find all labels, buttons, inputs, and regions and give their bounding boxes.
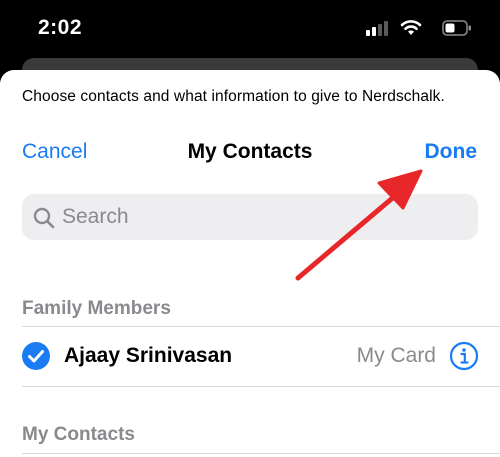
nav-bar: My Contacts Cancel Done xyxy=(0,140,500,172)
divider xyxy=(22,453,500,454)
status-bar: 2:02 xyxy=(0,0,500,60)
done-button[interactable]: Done xyxy=(425,140,478,164)
checkmark-icon[interactable] xyxy=(22,342,50,370)
search-field[interactable] xyxy=(22,194,478,240)
contact-picker-sheet: Choose contacts and what information to … xyxy=(0,70,500,457)
info-icon[interactable] xyxy=(449,341,479,371)
battery-icon xyxy=(442,20,471,36)
contact-name: Ajaay Srinivasan xyxy=(64,344,233,367)
my-card-label: My Card xyxy=(356,344,436,367)
cellular-signal-icon xyxy=(366,21,388,36)
search-input[interactable] xyxy=(62,194,462,240)
contact-row[interactable]: Ajaay Srinivasan My Card xyxy=(0,327,500,386)
section-header-family-members: Family Members xyxy=(22,298,171,319)
wifi-icon xyxy=(400,20,422,35)
cancel-button[interactable]: Cancel xyxy=(22,140,87,164)
status-time: 2:02 xyxy=(38,16,83,39)
section-header-my-contacts: My Contacts xyxy=(22,424,135,445)
divider xyxy=(22,386,500,387)
sheet-prompt: Choose contacts and what information to … xyxy=(22,88,445,105)
search-icon xyxy=(33,207,55,229)
